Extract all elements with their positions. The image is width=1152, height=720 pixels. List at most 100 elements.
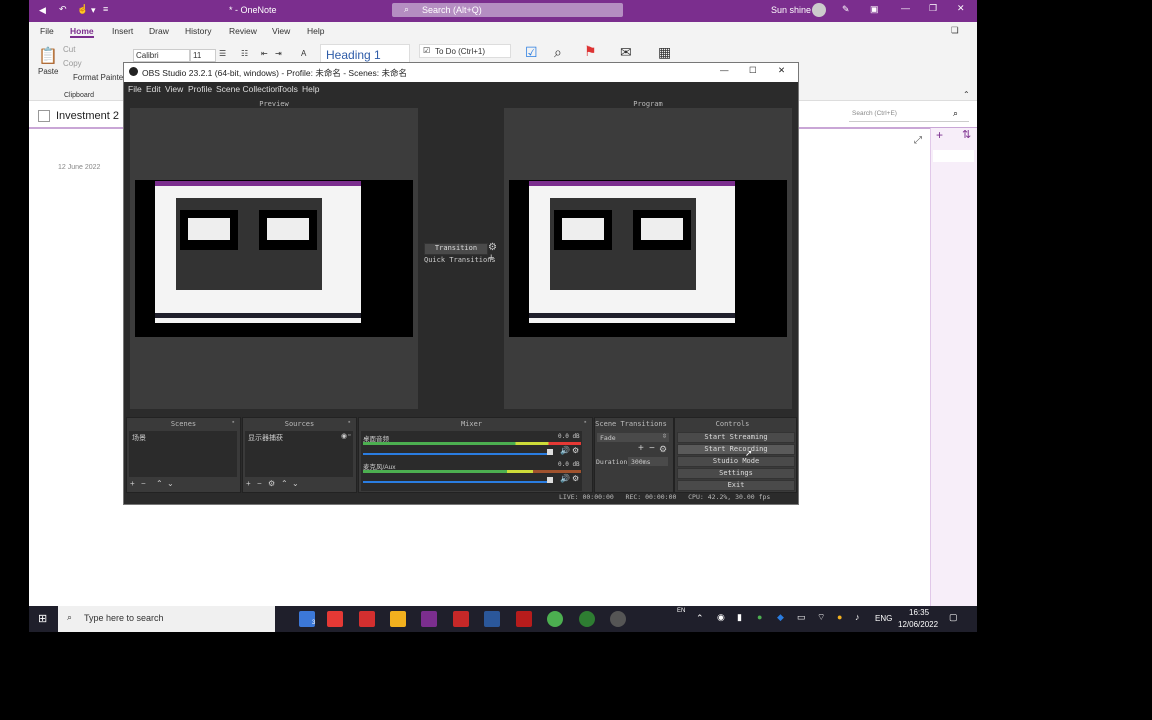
visibility-eye-icon[interactable]: ◉ bbox=[341, 432, 347, 440]
chrome-icon[interactable] bbox=[547, 611, 563, 627]
notebook-list-icon[interactable] bbox=[38, 110, 50, 122]
clock-date[interactable]: 12/06/2022 bbox=[898, 620, 938, 629]
page-search-box[interactable]: Search (Ctrl+E) ⌕ bbox=[849, 108, 969, 122]
format-painter-button[interactable]: Format Painter bbox=[73, 73, 126, 82]
source-item[interactable]: 显示器捕获 bbox=[248, 433, 283, 443]
obs-menu-help[interactable]: Help bbox=[302, 84, 319, 94]
onenote-app-icon[interactable] bbox=[421, 611, 437, 627]
speaker-icon[interactable]: 🔊 bbox=[560, 474, 570, 483]
tray-icon-5[interactable]: ▭ bbox=[797, 612, 806, 623]
tab-insert[interactable]: Insert bbox=[112, 26, 133, 36]
wechat-icon[interactable] bbox=[579, 611, 595, 627]
wifi-icon[interactable]: ⌔ bbox=[817, 612, 825, 623]
transition-button[interactable]: Transition bbox=[424, 243, 488, 255]
source-properties-icon[interactable]: ⚙ bbox=[268, 479, 275, 488]
obs-close-icon[interactable]: ✕ bbox=[778, 65, 785, 76]
program-canvas[interactable] bbox=[504, 108, 792, 409]
app-icon-2[interactable] bbox=[327, 611, 343, 627]
todo-tag-icon[interactable]: ☑ bbox=[525, 44, 538, 61]
add-source-icon[interactable]: + bbox=[246, 479, 251, 488]
fullscreen-icon[interactable]: ⤢ bbox=[914, 135, 922, 146]
tray-icon-2[interactable]: ▮ bbox=[737, 612, 742, 623]
tag-item[interactable]: To Do (Ctrl+1) bbox=[435, 47, 485, 56]
sort-icon[interactable]: ⇅ bbox=[962, 128, 971, 141]
bullets-icon[interactable]: ☰ bbox=[219, 49, 226, 58]
cut-button[interactable]: Cut bbox=[63, 45, 75, 54]
back-icon[interactable]: ◀ bbox=[39, 5, 46, 16]
avatar[interactable] bbox=[812, 3, 826, 17]
page-search-input[interactable]: Search (Ctrl+E) bbox=[852, 110, 897, 117]
paste-icon[interactable]: 📋 bbox=[38, 46, 58, 66]
app-icon-3[interactable] bbox=[359, 611, 375, 627]
obs-menu-edit[interactable]: Edit bbox=[146, 84, 161, 94]
start-recording-button[interactable]: Start Recording bbox=[677, 444, 795, 455]
remove-scene-icon[interactable]: − bbox=[141, 479, 146, 488]
lock-icon[interactable]: ▫ bbox=[348, 432, 350, 439]
ribbon-display-icon[interactable]: ▣ bbox=[870, 4, 879, 15]
obs-menu-scene-collection[interactable]: Scene Collection bbox=[216, 84, 280, 94]
scene-down-icon[interactable]: ⌄ bbox=[167, 479, 174, 488]
dropdown-icon[interactable]: ▾ bbox=[91, 5, 96, 16]
font-size-select[interactable]: 11 bbox=[190, 49, 216, 62]
speaker-icon[interactable]: 🔊 bbox=[560, 446, 570, 455]
search-box[interactable]: ⌕ Search (Alt+Q) bbox=[392, 3, 623, 17]
start-streaming-button[interactable]: Start Streaming bbox=[677, 432, 795, 443]
obs-menu-file[interactable]: File bbox=[128, 84, 142, 94]
volume-icon[interactable]: ♪ bbox=[855, 612, 860, 622]
tray-icon-4[interactable]: ◆ bbox=[777, 612, 784, 623]
mixer-dock-menu-icon[interactable]: ▪ bbox=[584, 419, 586, 426]
clock-time[interactable]: 16:35 bbox=[909, 608, 929, 617]
transition-select[interactable]: Fade ⇳ bbox=[597, 433, 669, 442]
outdent-icon[interactable]: ⇤ bbox=[261, 49, 268, 58]
transition-properties-icon[interactable]: ⚙ bbox=[659, 444, 667, 455]
acrobat-icon[interactable] bbox=[516, 611, 532, 627]
font-name-select[interactable]: Calibri bbox=[133, 49, 190, 62]
clear-format-icon[interactable]: A bbox=[301, 49, 306, 58]
preview-canvas[interactable] bbox=[130, 108, 418, 409]
minimize-icon[interactable]: — bbox=[901, 3, 910, 13]
tab-view[interactable]: View bbox=[272, 26, 290, 36]
settings-button[interactable]: Settings bbox=[677, 468, 795, 479]
word-icon[interactable] bbox=[484, 611, 500, 627]
sources-list[interactable]: 显示器捕获 ◉ ▫ bbox=[245, 431, 353, 477]
tray-icon-7[interactable]: ● bbox=[837, 612, 842, 622]
tab-home[interactable]: Home bbox=[70, 26, 94, 38]
tab-draw[interactable]: Draw bbox=[149, 26, 169, 36]
volume-slider[interactable] bbox=[363, 453, 551, 455]
duration-spinbox[interactable]: 300ms bbox=[628, 457, 668, 466]
add-page-icon[interactable]: + bbox=[936, 128, 943, 142]
source-up-icon[interactable]: ⌃ bbox=[281, 479, 288, 488]
taskbar-search-input[interactable]: Type here to search bbox=[84, 613, 164, 623]
tags-gallery[interactable]: ☑ To Do (Ctrl+1) bbox=[419, 44, 511, 58]
meeting-details-icon[interactable]: ▦ bbox=[658, 44, 671, 61]
tab-file[interactable]: File bbox=[40, 26, 54, 36]
maximize-icon[interactable]: ❐ bbox=[929, 3, 937, 14]
indent-icon[interactable]: ⇥ bbox=[275, 49, 282, 58]
volume-slider-handle[interactable] bbox=[547, 449, 553, 455]
language-indicator[interactable]: ENG bbox=[875, 614, 892, 623]
tray-wechat-icon[interactable]: ● bbox=[757, 612, 762, 622]
copy-button[interactable]: Copy bbox=[63, 59, 82, 68]
chevron-up-icon[interactable]: ⌃ bbox=[696, 613, 704, 624]
app-icon-6[interactable] bbox=[453, 611, 469, 627]
add-quick-transition-icon[interactable]: + bbox=[488, 252, 494, 264]
taskbar-search[interactable]: ⌕ Type here to search bbox=[58, 606, 275, 632]
email-page-icon[interactable]: ✉ bbox=[620, 44, 632, 61]
add-transition-icon[interactable]: + bbox=[638, 443, 644, 454]
sources-dock-menu-icon[interactable]: ▪ bbox=[348, 419, 350, 426]
remove-source-icon[interactable]: − bbox=[257, 479, 262, 488]
track-settings-icon[interactable]: ⚙ bbox=[572, 474, 579, 483]
collapse-ribbon-icon[interactable]: ⌃ bbox=[963, 90, 970, 99]
page-list-item[interactable] bbox=[933, 150, 974, 162]
remove-transition-icon[interactable]: − bbox=[649, 443, 655, 454]
customize-icon[interactable]: ≡ bbox=[103, 4, 108, 14]
pen-icon[interactable]: ✎ bbox=[842, 4, 850, 15]
tab-review[interactable]: Review bbox=[229, 26, 257, 36]
scene-up-icon[interactable]: ⌃ bbox=[156, 479, 163, 488]
close-icon[interactable]: ✕ bbox=[957, 3, 965, 14]
find-tags-icon[interactable]: ⌕ bbox=[554, 44, 562, 61]
touch-mode-icon[interactable]: ☝ bbox=[77, 4, 88, 15]
outlook-tasks-icon[interactable]: ⚑ bbox=[584, 43, 597, 60]
scenes-list[interactable]: 场景 bbox=[129, 431, 237, 477]
undo-icon[interactable]: ↶ bbox=[59, 4, 67, 15]
